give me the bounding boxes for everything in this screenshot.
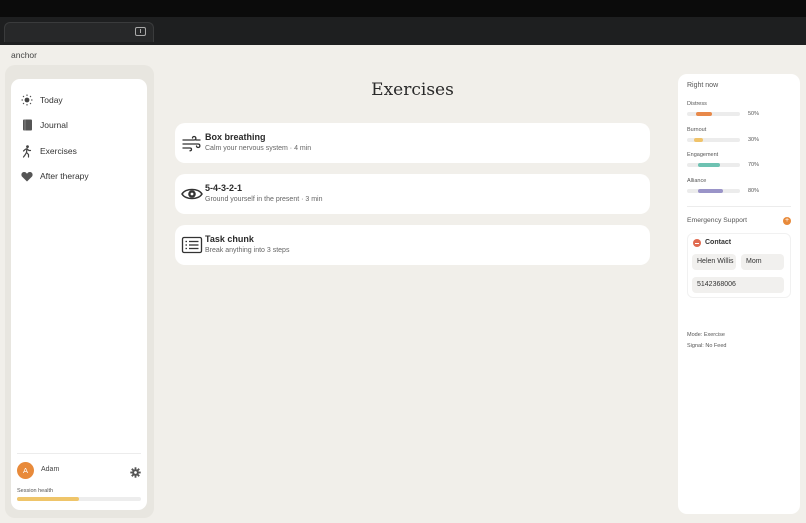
page-title: Exercises [371, 80, 454, 100]
contact-phone-field[interactable]: 5142368006 [692, 277, 784, 293]
contact-title: Contact [705, 239, 732, 246]
card-title: 5-4-3-2-1 [205, 183, 243, 193]
exercise-card-box-breathing[interactable]: Box breathing Calm your nervous system ·… [175, 123, 650, 163]
metric-label-alliance: Alliance [687, 178, 707, 184]
avatar[interactable]: A [17, 462, 34, 479]
sidebar-item-label: Journal [40, 120, 68, 130]
metric-fill [697, 163, 720, 167]
metric-bar-distress [687, 112, 740, 116]
metric-fill [698, 189, 724, 193]
metric-label-distress: Distress [687, 101, 707, 107]
heart-icon [20, 169, 34, 183]
metric-value-distress: 50% [748, 111, 760, 117]
sidebar-item-after-therapy[interactable]: After therapy [20, 168, 89, 184]
sidebar-item-label: Exercises [40, 146, 77, 156]
metric-fill [696, 112, 713, 116]
metric-label-burnout: Burnout [687, 127, 707, 133]
walking-person-icon [20, 144, 34, 158]
sidebar-toggle-icon[interactable] [135, 27, 146, 36]
user-name: Adam [41, 466, 60, 473]
session-health-fill [17, 497, 79, 501]
sidebar-item-today[interactable]: Today [20, 92, 63, 108]
metric-label-engagement: Engagement [687, 152, 719, 158]
sidebar-divider [17, 453, 141, 454]
sidebar-item-label: Today [40, 95, 63, 105]
window-top-bar [0, 0, 806, 17]
browser-tab[interactable] [4, 22, 154, 42]
sidebar-item-label: After therapy [40, 171, 89, 181]
metric-value-burnout: 30% [748, 137, 760, 143]
checklist-icon [181, 234, 203, 256]
sidebar-item-journal[interactable]: Journal [20, 117, 68, 133]
card-subtitle: Ground yourself in the present · 3 min [205, 196, 323, 203]
metric-bar-engagement [687, 163, 740, 167]
metric-value-alliance: 80% [748, 188, 760, 194]
sidebar-item-exercises[interactable]: Exercises [20, 143, 77, 159]
session-health-bar [17, 497, 141, 501]
remove-contact-icon[interactable] [693, 239, 701, 247]
metric-bar-alliance [687, 189, 740, 193]
metric-value-engagement: 70% [748, 162, 760, 168]
eye-icon [181, 183, 203, 205]
book-icon [20, 118, 34, 132]
gear-icon[interactable] [130, 465, 141, 478]
signal-status: Signal: No Feed [687, 343, 727, 349]
metric-fill [693, 138, 704, 142]
wind-icon [181, 132, 203, 154]
card-title: Box breathing [205, 132, 266, 142]
mode-status: Mode: Exercise [687, 332, 725, 338]
right-panel-divider [687, 206, 791, 207]
sun-icon [20, 93, 34, 107]
session-health-label: Session health [17, 488, 54, 494]
exercise-card-task-chunk[interactable]: Task chunk Break anything into 3 steps [175, 225, 650, 265]
exercise-card-5-4-3-2-1[interactable]: 5-4-3-2-1 Ground yourself in the present… [175, 174, 650, 214]
app-name: anchor [11, 50, 37, 60]
contact-relation-field[interactable]: Mom [741, 254, 784, 270]
add-contact-button[interactable]: + [783, 217, 791, 225]
card-title: Task chunk [205, 234, 254, 244]
right-panel-title: Right now [687, 82, 719, 89]
contact-name-field[interactable]: Helen Willis [692, 254, 736, 270]
metric-bar-burnout [687, 138, 740, 142]
card-subtitle: Calm your nervous system · 4 min [205, 145, 312, 152]
card-subtitle: Break anything into 3 steps [205, 247, 290, 254]
emergency-support-title: Emergency Support [687, 217, 748, 224]
